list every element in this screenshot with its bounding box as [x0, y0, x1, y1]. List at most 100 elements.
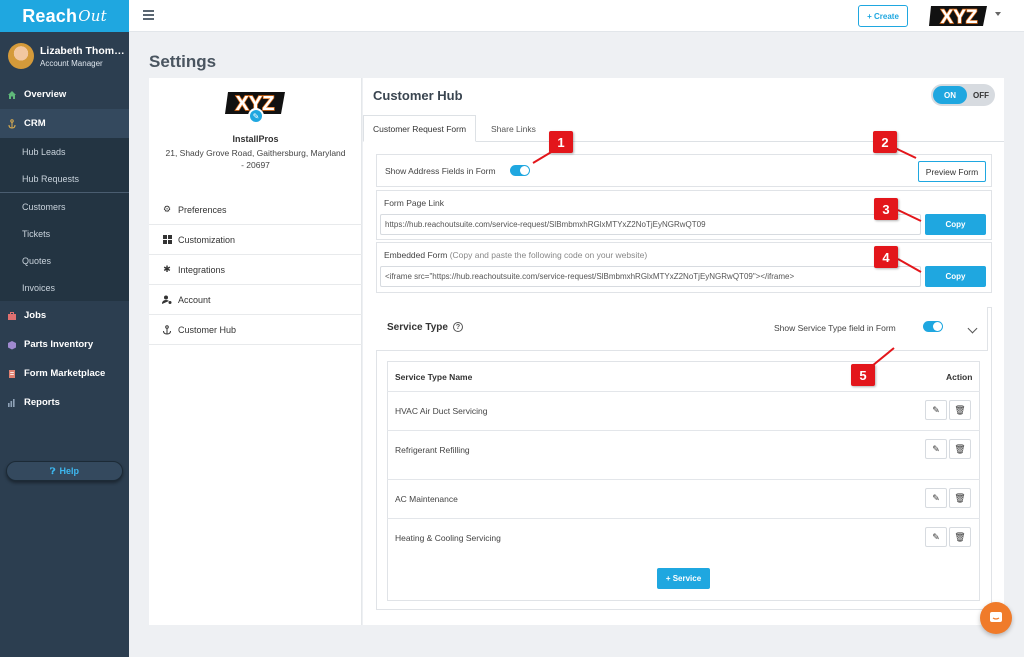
table-row: Heating & Cooling Servicing [387, 518, 980, 557]
user-role: Account Manager [40, 58, 103, 68]
sidebar-item-hub-requests[interactable]: Hub Requests [0, 165, 129, 192]
service-type-title-text: Service Type [387, 322, 448, 333]
sidebar: Reach Out Lizabeth Thom… Account Manager … [0, 0, 129, 657]
toggle-on-label: ON [933, 86, 967, 104]
sidebar-item-label: Overview [24, 89, 67, 100]
trash-icon[interactable]: 🗑︎ [949, 400, 971, 420]
copy-embed-button[interactable]: Copy [925, 266, 986, 287]
settings-left-panel: XYZ ✎ InstallPros 21, Shady Grove Road, … [149, 78, 362, 625]
sidebar-item-hub-leads[interactable]: Hub Leads [0, 138, 129, 165]
hub-icon [162, 324, 172, 335]
topbar: + Create XYZ [129, 0, 1024, 32]
edit-icon[interactable]: ✎ [925, 400, 947, 420]
copy-link-button[interactable]: Copy [925, 214, 986, 235]
callout-badge: 3 [874, 198, 898, 220]
sidebar-item-tickets[interactable]: Tickets [0, 220, 129, 247]
service-type-title: Service Type? [387, 322, 463, 333]
sidebar-item-invoices[interactable]: Invoices [0, 274, 129, 301]
briefcase-icon [7, 311, 17, 321]
sidebar-item-label: Jobs [24, 310, 47, 321]
create-button[interactable]: + Create [858, 5, 908, 27]
embedded-form-label: Embedded Form (Copy and paste the follow… [384, 250, 647, 260]
settings-item-integrations[interactable]: ✱ Integrations [149, 255, 362, 285]
chevron-down-icon[interactable] [995, 12, 1001, 16]
column-header-name: Service Type Name [395, 372, 473, 382]
settings-item-label: Customer Hub [178, 324, 237, 335]
help-icon[interactable]: ? [452, 322, 463, 333]
question-icon: ❓︎ [50, 465, 56, 476]
settings-item-preferences[interactable]: ⚙ Preferences [149, 195, 362, 225]
settings-item-label: Integrations [178, 264, 226, 275]
settings-item-customization[interactable]: Customization [149, 225, 362, 255]
sidebar-item-label: Form Marketplace [24, 368, 106, 379]
edit-icon[interactable]: ✎ [925, 488, 947, 508]
grid-icon [162, 235, 172, 244]
table-row: AC Maintenance [387, 479, 980, 518]
home-icon [7, 90, 17, 100]
brand-name: Reach [22, 5, 78, 26]
column-header-action: Action [946, 372, 973, 382]
section-title: Customer Hub [373, 88, 463, 103]
add-service-button[interactable]: + Service [657, 568, 710, 589]
menu-icon[interactable] [143, 10, 154, 20]
callout-badge: 1 [549, 131, 573, 153]
edit-icon[interactable]: ✎ [925, 439, 947, 459]
settings-item-label: Customization [178, 234, 236, 245]
embedded-code-field[interactable]: <iframe src="https://hub.reachoutsuite.c… [380, 266, 921, 287]
user-name: Lizabeth Thom… [40, 44, 125, 57]
trash-icon[interactable]: 🗑︎ [949, 488, 971, 508]
anchor-icon [7, 118, 17, 129]
sidebar-item-reports[interactable]: Reports [0, 388, 129, 417]
callout-badge: 4 [874, 246, 898, 268]
sidebar-item-parts-inventory[interactable]: Parts Inventory [0, 330, 129, 359]
settings-menu: ⚙ Preferences Customization ✱ Integratio… [149, 195, 362, 345]
hub-enable-toggle[interactable]: ON OFF [931, 84, 995, 106]
help-button[interactable]: ❓︎ Help [6, 461, 123, 481]
company-address: 21, Shady Grove Road, Gaithersburg, Mary… [165, 148, 346, 170]
svg-text:XYZ: XYZ [941, 7, 978, 28]
sidebar-item-quotes[interactable]: Quotes [0, 247, 129, 274]
bar-chart-icon [7, 398, 17, 408]
company-name: InstallPros [232, 134, 279, 144]
show-service-type-label: Show Service Type field in Form [774, 323, 896, 333]
sidebar-item-jobs[interactable]: Jobs [0, 301, 129, 330]
preview-form-button[interactable]: Preview Form [918, 161, 986, 182]
sidebar-item-customers[interactable]: Customers [0, 193, 129, 220]
settings-item-account[interactable]: Account [149, 285, 362, 315]
user-profile[interactable]: Lizabeth Thom… Account Manager [0, 32, 129, 80]
embedded-form-hint: (Copy and paste the following code on yo… [449, 250, 648, 260]
chat-button[interactable] [980, 602, 1012, 634]
brand-suffix: Out [78, 7, 107, 25]
crm-submenu: Hub Leads Hub Requests Customers Tickets… [0, 138, 129, 301]
show-service-type-toggle[interactable] [923, 321, 943, 332]
tab-bar: Customer Request Form Share Links [363, 115, 1004, 142]
trash-icon[interactable]: 🗑︎ [949, 439, 971, 459]
show-address-toggle[interactable] [510, 165, 530, 176]
tab-share-links[interactable]: Share Links [482, 115, 545, 142]
table-row: Refrigerant Refilling [387, 430, 980, 469]
sidebar-item-overview[interactable]: Overview [0, 80, 129, 109]
sidebar-item-crm[interactable]: CRM [0, 109, 129, 138]
sidebar-item-form-marketplace[interactable]: Form Marketplace [0, 359, 129, 388]
settings-item-customer-hub[interactable]: Customer Hub [149, 315, 362, 345]
tab-customer-request-form[interactable]: Customer Request Form [363, 115, 477, 142]
gear-icon: ⚙ [162, 204, 172, 214]
edit-icon[interactable]: ✎ [925, 527, 947, 547]
brand-logo[interactable]: Reach Out [0, 0, 129, 32]
box-icon [7, 340, 17, 350]
document-icon [7, 369, 17, 379]
sidebar-item-label: CRM [24, 118, 46, 129]
company-logo-icon[interactable]: XYZ [929, 3, 989, 29]
service-name: Heating & Cooling Servicing [395, 533, 501, 543]
edit-logo-icon[interactable]: ✎ [248, 108, 264, 124]
callout-badge: 2 [873, 131, 897, 153]
sidebar-item-label: Reports [24, 397, 60, 408]
form-page-link-field[interactable]: https://hub.reachoutsuite.com/service-re… [380, 214, 921, 235]
service-name: AC Maintenance [395, 494, 458, 504]
embedded-form-title: Embedded Form [384, 250, 448, 260]
chat-icon [990, 612, 1002, 622]
form-page-link-label: Form Page Link [384, 198, 444, 208]
settings-item-label: Account [178, 294, 211, 305]
trash-icon[interactable]: 🗑︎ [949, 527, 971, 547]
toggle-off-label: OFF [973, 90, 989, 100]
